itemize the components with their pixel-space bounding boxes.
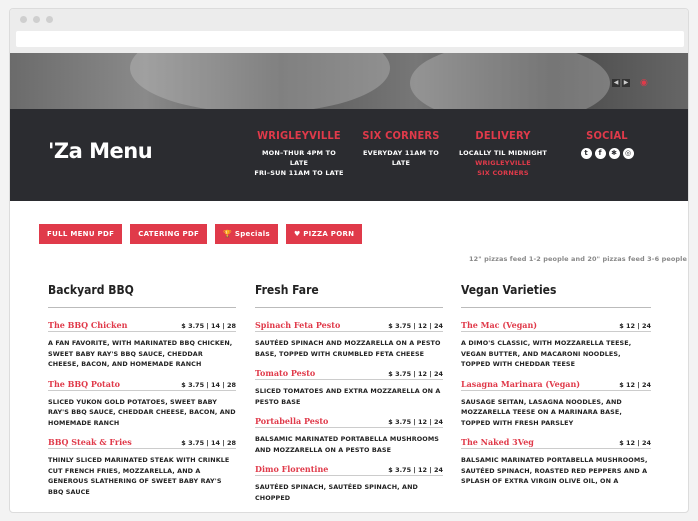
six-corners-hours: SIX CORNERS EVERYDAY 11AM TO LATE xyxy=(356,129,446,168)
social-links: SOCIAL t f ✱ ◎ xyxy=(562,129,652,159)
item-description: SAUTÉED SPINACH AND MOZZARELLA ON A PEST… xyxy=(255,339,441,358)
item-description: A FAN FAVORITE, WITH MARINATED BBQ CHICK… xyxy=(48,339,233,368)
item-price: $ 12 | 24 xyxy=(619,380,651,389)
pizza-size-note: 12" pizzas feed 1-2 people and 20" pizza… xyxy=(469,255,687,263)
site-logo[interactable]: 'Za Menu xyxy=(48,139,153,163)
menu-item: The BBQ Chicken $ 3.75 | 14 | 28 A FAN FA… xyxy=(48,320,236,370)
item-name[interactable]: The BBQ Chicken xyxy=(48,320,127,330)
hours-line: MON–THUR 4PM TO LATE xyxy=(261,149,337,167)
item-name[interactable]: The BBQ Potato xyxy=(48,379,120,389)
item-price: $ 3.75 | 12 | 24 xyxy=(388,418,443,426)
maximize-dot[interactable] xyxy=(46,16,53,23)
menu-item: The BBQ Potato $ 3.75 | 14 | 28 SLICED YU… xyxy=(48,379,236,429)
pizza-porn-label: PIZZA PORN xyxy=(303,230,355,238)
item-name[interactable]: BBQ Steak & Fries xyxy=(48,437,132,447)
menu-column-vegan-varieties: Vegan Varieties The Mac (Vegan) $ 12 | 24… xyxy=(461,283,651,496)
delivery-info: DELIVERY LOCALLY TIL MIDNIGHT WRIGLEYVIL… xyxy=(458,129,548,178)
menu-item: Portabella Pesto $ 3.75 | 12 | 24 BALSAMI… xyxy=(255,416,443,455)
heart-icon: ♥ xyxy=(293,230,304,238)
item-name[interactable]: Spinach Feta Pesto xyxy=(255,320,340,330)
yelp-icon[interactable]: ✱ xyxy=(608,148,620,159)
item-description: BALSAMIC MARINATED PORTABELLA MUSHROOMS … xyxy=(255,435,440,454)
menu-item: Spinach Feta Pesto $ 3.75 | 12 | 24 SAUTÉ… xyxy=(255,320,443,359)
menu-item: The Naked 3Veg $ 12 | 24 BALSAMIC MARINAT… xyxy=(461,437,651,487)
wrigleyville-hours: WRIGLEYVILLE MON–THUR 4PM TO LATE FRI–SU… xyxy=(254,129,344,178)
item-price: $ 3.75 | 14 | 28 xyxy=(181,322,236,330)
trophy-icon: 🏆 xyxy=(223,230,235,238)
window-controls xyxy=(20,16,53,23)
item-description: THINLY SLICED MARINATED STEAK WITH CRINK… xyxy=(48,456,230,496)
item-price: $ 3.75 | 14 | 28 xyxy=(181,380,236,389)
browser-chrome xyxy=(10,9,688,53)
address-bar[interactable] xyxy=(16,31,684,47)
item-price: $ 12 | 24 xyxy=(619,439,651,447)
menu-button-row: FULL MENU PDF CATERING PDF 🏆 Specials ♥ … xyxy=(39,224,363,244)
menu-item: Lasagna Marinara (Vegan) $ 12 | 24 SAUSAG… xyxy=(461,379,651,429)
site-header: 'Za Menu WRIGLEYVILLE MON–THUR 4PM TO LA… xyxy=(10,109,688,201)
column-title: Backyard BBQ xyxy=(48,283,236,308)
delivery-link-wrigleyville[interactable]: WRIGLEYVILLE xyxy=(458,158,548,168)
item-price: $ 12 | 24 xyxy=(619,322,651,330)
item-description: SAUSAGE SEITAN, LASAGNA NOODLES, AND MOZ… xyxy=(461,397,622,427)
menu-item: Dimo Florentine $ 3.75 | 12 | 24 SAUTÉED … xyxy=(255,464,443,503)
catering-pdf-button[interactable]: CATERING PDF xyxy=(130,224,208,244)
column-title: Fresh Fare xyxy=(255,283,443,308)
item-price: $ 3.75 | 12 | 24 xyxy=(388,370,443,378)
item-name[interactable]: Dimo Florentine xyxy=(255,464,328,474)
menu-column-fresh-fare: Fresh Fare Spinach Feta Pesto $ 3.75 | 12… xyxy=(255,283,443,512)
location-title[interactable]: WRIGLEYVILLE xyxy=(254,129,344,142)
item-description: SAUTÉED SPINACH, SAUTÉED SPINACH, AND CH… xyxy=(255,483,418,502)
hero-image-blob xyxy=(410,53,610,109)
delivery-title[interactable]: DELIVERY xyxy=(458,129,548,142)
specials-label: Specials xyxy=(234,230,270,238)
hero-banner: ◀ ▶ ◉ xyxy=(10,53,688,109)
item-price: $ 3.75 | 12 | 24 xyxy=(388,322,443,330)
item-description: SLICED TOMATOES AND EXTRA MOZZARELLA ON … xyxy=(255,387,441,406)
menu-item: The Mac (Vegan) $ 12 | 24 A DIMO'S CLASSI… xyxy=(461,320,651,370)
specials-button[interactable]: 🏆 Specials xyxy=(215,224,278,244)
minimize-dot[interactable] xyxy=(33,16,40,23)
menu-item: BBQ Steak & Fries $ 3.75 | 14 | 28 THINLY… xyxy=(48,437,236,497)
location-title[interactable]: SIX CORNERS xyxy=(356,129,446,142)
column-title: Vegan Varieties xyxy=(461,283,651,308)
menu-column-backyard-bbq: Backyard BBQ The BBQ Chicken $ 3.75 | 14 … xyxy=(48,283,236,506)
item-description: A DIMO'S CLASSIC, WITH MOZZARELLA TEESE,… xyxy=(461,339,632,368)
item-name[interactable]: Tomato Pesto xyxy=(255,368,315,378)
hero-image-blob xyxy=(130,53,390,109)
hours-line: FRI–SUN 11AM TO LATE xyxy=(254,169,344,177)
item-description: BALSAMIC MARINATED PORTABELLA MUSHROOMS,… xyxy=(461,456,648,485)
item-price: $ 3.75 | 14 | 28 xyxy=(181,439,236,447)
full-menu-pdf-button[interactable]: FULL MENU PDF xyxy=(39,224,123,244)
eye-icon[interactable]: ◉ xyxy=(640,78,648,88)
hours-line: EVERYDAY 11AM TO LATE xyxy=(362,149,439,167)
menu-item: Tomato Pesto $ 3.75 | 12 | 24 SLICED TOMA… xyxy=(255,368,443,407)
social-title: SOCIAL xyxy=(586,129,628,142)
pizza-porn-button[interactable]: ♥ PIZZA PORN xyxy=(285,224,363,244)
prev-arrow-icon[interactable]: ◀ xyxy=(612,79,620,87)
item-name[interactable]: The Naked 3Veg xyxy=(461,437,534,447)
close-dot[interactable] xyxy=(20,16,27,23)
delivery-link-six-corners[interactable]: SIX CORNERS xyxy=(458,168,548,178)
social-icon-row: t f ✱ ◎ xyxy=(562,148,652,159)
twitter-icon[interactable]: t xyxy=(580,148,592,159)
facebook-icon[interactable]: f xyxy=(594,148,606,159)
next-arrow-icon[interactable]: ▶ xyxy=(622,79,630,87)
delivery-line: LOCALLY TIL MIDNIGHT xyxy=(458,149,548,157)
item-price: $ 3.75 | 12 | 24 xyxy=(388,466,443,474)
item-name[interactable]: Portabella Pesto xyxy=(255,416,328,426)
item-description: SLICED YUKON GOLD POTATOES, SWEET BABY R… xyxy=(48,397,236,427)
instagram-icon[interactable]: ◎ xyxy=(622,148,634,159)
item-name[interactable]: Lasagna Marinara (Vegan) xyxy=(461,379,580,389)
item-name[interactable]: The Mac (Vegan) xyxy=(461,320,537,330)
